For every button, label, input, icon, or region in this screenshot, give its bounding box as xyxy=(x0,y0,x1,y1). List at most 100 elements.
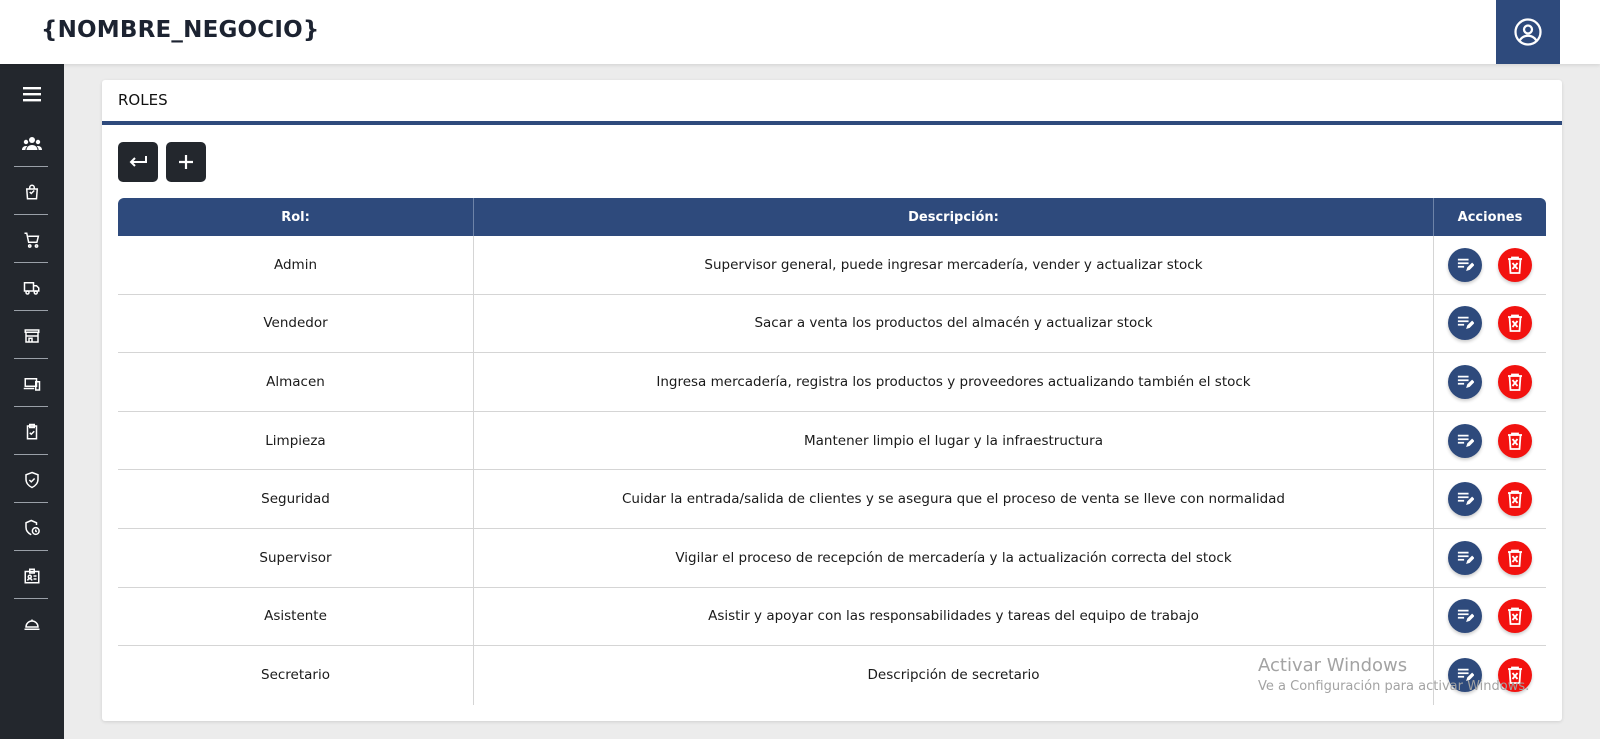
edit-list-icon xyxy=(1457,317,1474,330)
cell-rol: Admin xyxy=(118,236,474,294)
delete-button[interactable] xyxy=(1498,599,1532,634)
cell-rol: Limpieza xyxy=(118,411,474,470)
add-role-button[interactable] xyxy=(166,142,206,182)
shopping-cart-icon xyxy=(24,232,40,248)
top-header: {NOMBRE_NEGOCIO} xyxy=(0,0,1600,64)
table-row: Almacen Ingresa mercadería, registra los … xyxy=(118,353,1546,412)
edit-list-icon xyxy=(1457,434,1474,447)
table-row: Supervisor Vigilar el proceso de recepció… xyxy=(118,528,1546,588)
sidebar-item-suppliers[interactable] xyxy=(0,264,64,312)
delete-icon xyxy=(1508,256,1522,274)
edit-button[interactable] xyxy=(1448,364,1482,399)
sidebar-item-products[interactable] xyxy=(0,168,64,216)
id-badge-icon xyxy=(24,568,40,584)
delete-button[interactable] xyxy=(1498,482,1532,517)
delete-icon xyxy=(1508,373,1522,391)
delete-button[interactable] xyxy=(1498,364,1532,399)
edit-button[interactable] xyxy=(1448,306,1482,341)
cell-acciones xyxy=(1434,353,1546,411)
edit-button[interactable] xyxy=(1448,540,1482,575)
delete-button[interactable] xyxy=(1498,423,1532,458)
title-divider xyxy=(102,121,1562,125)
table-row: Asistente Asistir y apoyar con las respon… xyxy=(118,587,1546,647)
shopping-bag-icon xyxy=(25,184,39,200)
table-row: Vendedor Sacar a venta los productos del … xyxy=(118,294,1546,354)
table-header: Rol: Descripción: Acciones xyxy=(118,198,1546,236)
delete-icon xyxy=(1508,314,1522,333)
edit-list-icon xyxy=(1457,375,1474,389)
edit-list-icon xyxy=(1457,492,1474,506)
cell-acciones xyxy=(1434,588,1546,646)
cell-acciones xyxy=(1434,295,1546,353)
table-row: Secretario Descripción de secretario xyxy=(118,646,1546,705)
edit-list-icon xyxy=(1457,610,1474,623)
roles-table: Rol: Descripción: Acciones Admin Supervis… xyxy=(118,198,1546,705)
cell-rol: Vendedor xyxy=(118,294,474,353)
cell-descripcion: Vigilar el proceso de recepción de merca… xyxy=(474,528,1434,587)
cell-descripcion: Ingresa mercadería, registra los product… xyxy=(474,353,1434,411)
delete-icon xyxy=(1508,549,1522,567)
sidebar-item-sales[interactable] xyxy=(0,216,64,264)
bell-service-icon xyxy=(24,619,40,630)
truck-icon xyxy=(23,282,40,295)
column-header-acciones: Acciones xyxy=(1457,209,1523,225)
edit-list-icon xyxy=(1457,669,1474,682)
clipboard-check-icon xyxy=(26,423,38,440)
cell-rol: Supervisor xyxy=(118,528,474,587)
shield-check-icon xyxy=(25,471,39,489)
sidebar-item-tasks[interactable] xyxy=(0,408,64,456)
user-account-button[interactable] xyxy=(1496,0,1560,64)
delete-button[interactable] xyxy=(1498,540,1532,575)
users-icon xyxy=(22,137,42,150)
edit-button[interactable] xyxy=(1448,658,1482,693)
sidebar-item-security[interactable] xyxy=(0,456,64,504)
delete-button[interactable] xyxy=(1498,658,1532,693)
delete-icon xyxy=(1508,432,1522,450)
plus-icon xyxy=(179,155,193,169)
cell-rol: Secretario xyxy=(118,646,474,705)
sidebar xyxy=(0,64,64,739)
delete-button[interactable] xyxy=(1498,247,1532,282)
back-button[interactable] xyxy=(118,142,158,182)
table-row: Seguridad Cuidar la entrada/salida de cli… xyxy=(118,470,1546,529)
cell-descripcion: Mantener limpio el lugar y la infraestru… xyxy=(474,411,1434,470)
delete-button[interactable] xyxy=(1498,306,1532,341)
edit-button[interactable] xyxy=(1448,247,1482,282)
edit-list-icon xyxy=(1457,551,1474,564)
return-arrow-icon xyxy=(129,156,147,167)
column-header-rol: Rol: xyxy=(118,198,474,236)
column-header-descripcion: Descripción: xyxy=(474,198,1434,236)
shield-clock-icon xyxy=(25,519,40,536)
edit-button[interactable] xyxy=(1448,482,1482,517)
devices-icon xyxy=(23,378,41,391)
sidebar-item-roles[interactable] xyxy=(0,552,64,600)
table-row: Admin Supervisor general, puede ingresar … xyxy=(118,236,1546,295)
sidebar-menu-toggle[interactable] xyxy=(0,70,64,118)
cell-descripcion: Descripción de secretario xyxy=(474,646,1434,705)
roles-panel: ROLES Rol: Descripción: Acciones Admin Su… xyxy=(102,80,1562,721)
sidebar-item-devices[interactable] xyxy=(0,360,64,408)
delete-icon xyxy=(1508,667,1522,685)
user-circle-icon xyxy=(1514,18,1542,46)
store-icon xyxy=(24,329,40,343)
sidebar-item-store[interactable] xyxy=(0,312,64,360)
table-body: Admin Supervisor general, puede ingresar … xyxy=(118,236,1546,705)
cell-acciones xyxy=(1434,646,1546,705)
cell-rol: Seguridad xyxy=(118,470,474,528)
business-name: {NOMBRE_NEGOCIO} xyxy=(41,17,320,43)
sidebar-item-services[interactable] xyxy=(0,600,64,648)
cell-rol: Asistente xyxy=(118,587,474,646)
sidebar-item-schedule[interactable] xyxy=(0,504,64,552)
sidebar-item-users[interactable] xyxy=(0,120,64,168)
page-title: ROLES xyxy=(118,91,168,109)
edit-button[interactable] xyxy=(1448,423,1482,458)
cell-acciones xyxy=(1434,236,1546,294)
cell-acciones xyxy=(1434,412,1546,470)
edit-list-icon xyxy=(1457,258,1474,271)
cell-rol: Almacen xyxy=(118,353,474,411)
edit-button[interactable] xyxy=(1448,599,1482,634)
table-row: Limpieza Mantener limpio el lugar y la in… xyxy=(118,411,1546,471)
delete-icon xyxy=(1508,607,1522,626)
cell-descripcion: Sacar a venta los productos del almacén … xyxy=(474,294,1434,353)
cell-descripcion: Supervisor general, puede ingresar merca… xyxy=(474,236,1434,294)
